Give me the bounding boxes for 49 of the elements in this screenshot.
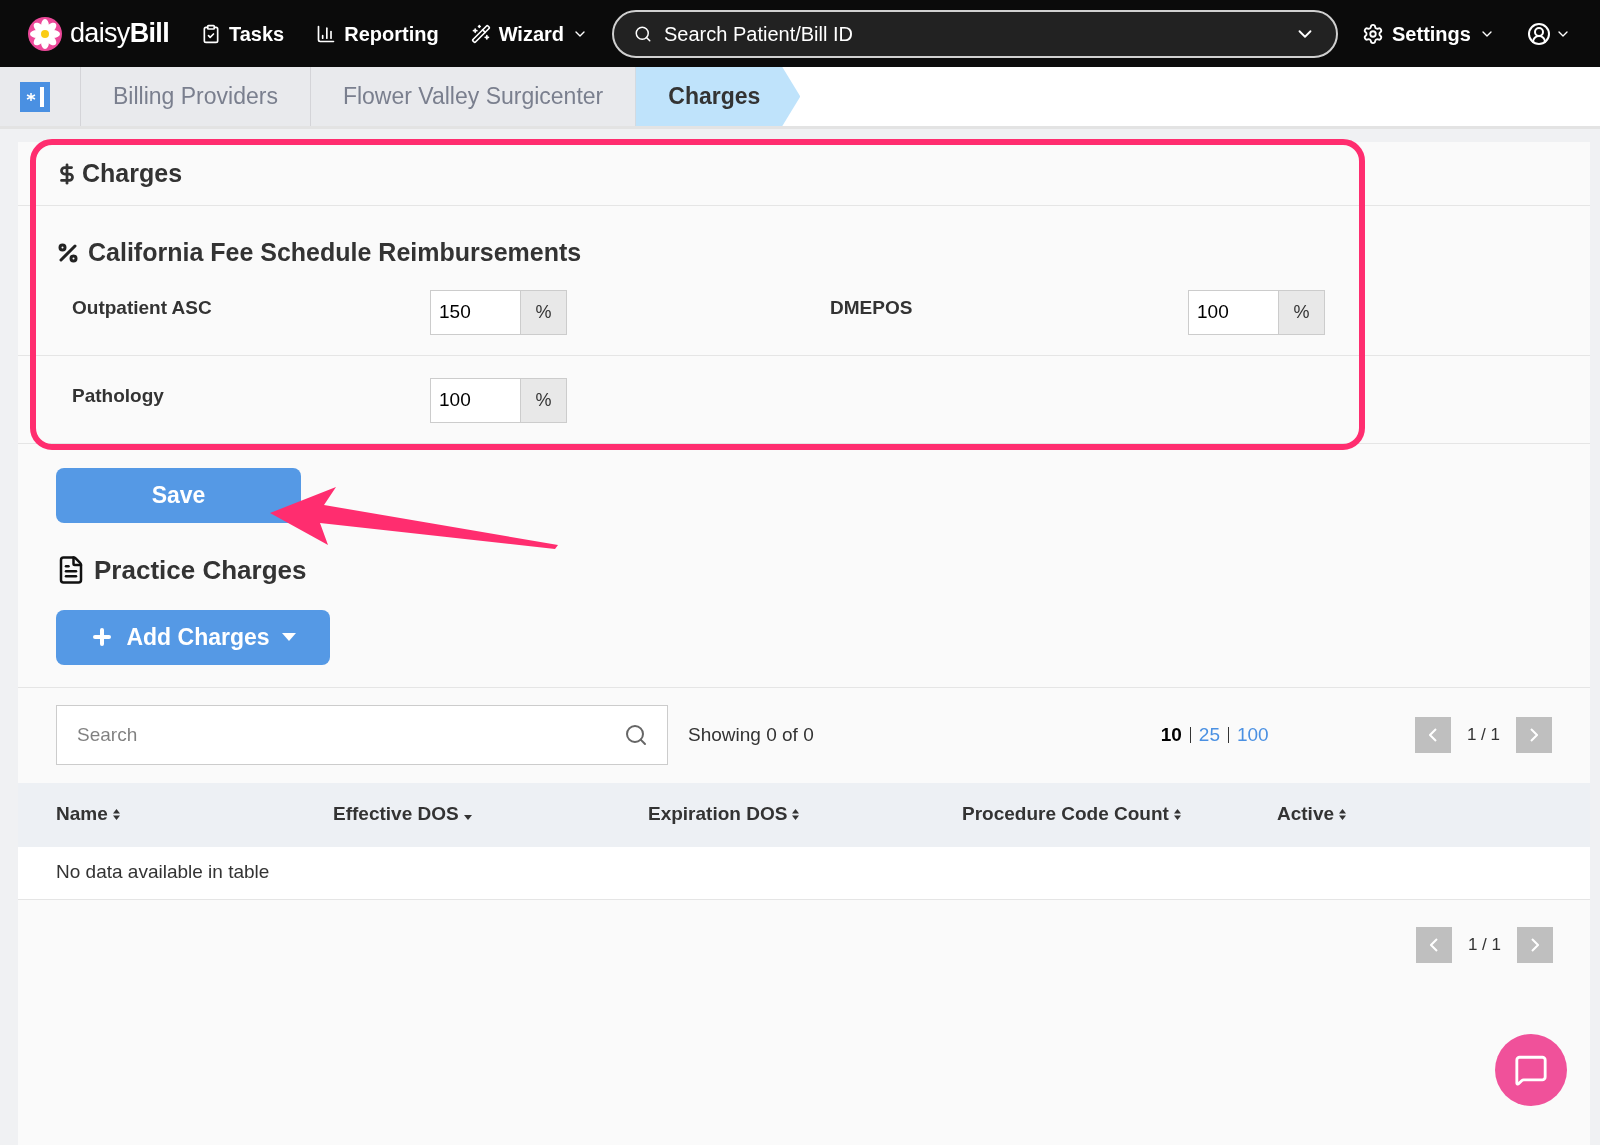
settings-menu[interactable]: Settings bbox=[1362, 18, 1495, 49]
field-label: Pathology bbox=[72, 383, 165, 408]
empty-table-message: No data available in table bbox=[56, 860, 270, 885]
patient-search-input[interactable]: Search Patient/Bill ID bbox=[664, 18, 1295, 49]
chevron-left-icon bbox=[1429, 937, 1438, 952]
section-title: Practice Charges bbox=[94, 553, 307, 587]
page-size-link[interactable]: 10 bbox=[1160, 720, 1182, 750]
column-header[interactable]: Expiration DOS bbox=[648, 800, 801, 829]
column-header[interactable]: Name bbox=[56, 800, 121, 829]
percent-addon: % bbox=[1279, 289, 1325, 335]
user-avatar-icon bbox=[1526, 21, 1551, 46]
chat-icon bbox=[1514, 1053, 1548, 1087]
table-search-field[interactable]: Search bbox=[56, 705, 668, 765]
field-label: Outpatient ASC bbox=[72, 295, 213, 320]
chevron-right-icon bbox=[1530, 728, 1538, 742]
nav-menu-item[interactable]: Wizard bbox=[470, 18, 589, 49]
settings-icon bbox=[1362, 22, 1385, 45]
previous-page-button[interactable] bbox=[1414, 717, 1451, 753]
nav-menu-item[interactable]: Tasks bbox=[200, 18, 285, 49]
chevron-right-icon bbox=[1531, 937, 1539, 952]
percent-addon: % bbox=[521, 289, 567, 335]
wizard-icon bbox=[470, 23, 491, 44]
previous-page-button[interactable] bbox=[1415, 926, 1452, 963]
percentage-input[interactable]: 100 bbox=[430, 377, 521, 423]
app-logo-text: daisyBill bbox=[70, 17, 169, 51]
section-title: Charges bbox=[82, 157, 183, 189]
field-label: DMEPOS bbox=[830, 295, 914, 320]
search-icon bbox=[624, 723, 648, 747]
percent-addon: % bbox=[521, 377, 567, 423]
subsection-title: California Fee Schedule Reimbursements bbox=[88, 237, 582, 268]
column-header[interactable]: Active bbox=[1277, 800, 1348, 829]
reporting-icon bbox=[316, 23, 337, 44]
provider-card-icon bbox=[20, 81, 50, 112]
nav-menu-item[interactable]: Reporting bbox=[316, 18, 439, 49]
flower-logo-icon bbox=[28, 16, 62, 51]
breadcrumb-item[interactable]: Charges bbox=[635, 67, 801, 126]
search-icon bbox=[634, 24, 653, 43]
results-count: Showing 0 of 0 bbox=[688, 722, 814, 747]
chevron-left-icon bbox=[1428, 728, 1437, 742]
patient-search-field[interactable]: Search Patient/Bill ID bbox=[612, 9, 1339, 58]
next-page-button[interactable] bbox=[1516, 717, 1552, 753]
page-indicator: 1 / 1 bbox=[1466, 724, 1500, 747]
percentage-input[interactable]: 150 bbox=[430, 289, 521, 335]
percentage-input[interactable]: 100 bbox=[1188, 289, 1279, 335]
caret-down-icon bbox=[281, 633, 296, 641]
page-indicator: 1 / 1 bbox=[1467, 933, 1501, 956]
column-header[interactable]: Procedure Code Count bbox=[962, 800, 1182, 829]
next-page-button[interactable] bbox=[1517, 926, 1553, 963]
column-header[interactable]: Effective DOS bbox=[333, 800, 473, 829]
